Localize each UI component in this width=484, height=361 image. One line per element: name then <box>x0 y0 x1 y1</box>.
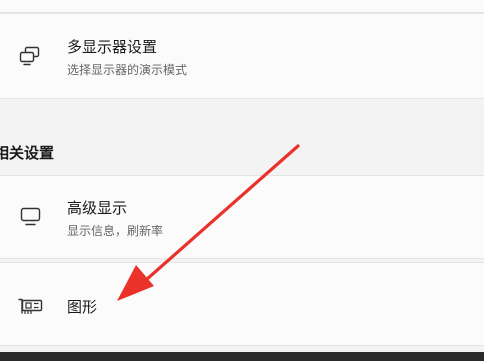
advanced-display-title: 高级显示 <box>67 199 128 217</box>
taskbar-edge <box>0 352 484 361</box>
related-settings-heading: 相关设置 <box>0 144 55 162</box>
previous-settings-card[interactable] <box>0 0 484 13</box>
settings-page: 多显示器设置 选择显示器的演示模式 相关设置 高级显示 显示信息，刷新率 图形 <box>0 0 484 361</box>
multi-display-title: 多显示器设置 <box>67 38 158 56</box>
graphics-card[interactable]: 图形 <box>0 262 484 346</box>
monitor-icon <box>20 207 41 226</box>
advanced-display-subtitle: 显示信息，刷新率 <box>67 224 164 238</box>
multi-monitor-icon <box>19 46 40 66</box>
multi-display-settings-card[interactable]: 多显示器设置 选择显示器的演示模式 <box>0 13 484 99</box>
advanced-display-card[interactable]: 高级显示 显示信息，刷新率 <box>0 175 484 259</box>
gpu-icon <box>18 298 43 314</box>
multi-display-subtitle: 选择显示器的演示模式 <box>67 63 188 77</box>
graphics-title: 图形 <box>67 298 98 316</box>
